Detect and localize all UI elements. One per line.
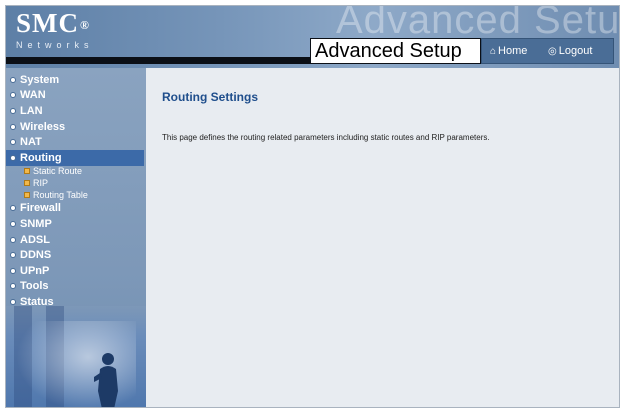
- header-banner: SMC® Networks Advanced Setup Advanced Se…: [6, 6, 619, 68]
- logo-registered-mark: ®: [80, 18, 90, 32]
- logout-icon: ◎: [548, 46, 557, 57]
- bullet-icon: [10, 221, 16, 228]
- sidebar-item-label: ADSL: [20, 233, 50, 246]
- page-heading: Advanced Setup: [310, 38, 481, 64]
- sidebar-item-lan[interactable]: LAN: [10, 103, 144, 119]
- submenu-item-label: Routing Table: [33, 189, 88, 200]
- bullet-icon: [10, 92, 16, 99]
- header-toolbar: ⌂ Home ◎ Logout: [481, 38, 614, 64]
- sidebar-item-wan[interactable]: WAN: [10, 88, 144, 104]
- routing-settings-description: This page defines the routing related pa…: [162, 133, 490, 142]
- sidebar-item-ddns[interactable]: DDNS: [10, 247, 144, 263]
- smc-logo: SMC® Networks: [16, 8, 94, 50]
- logo-text: SMC: [16, 8, 79, 38]
- sidebar-item-label: Firewall: [20, 202, 61, 215]
- sidebar-item-firewall[interactable]: Firewall: [10, 201, 144, 217]
- submenu-bullet-icon: [24, 168, 30, 175]
- sidebar-item-label: UPnP: [20, 264, 50, 277]
- submenu-item-label: Static Route: [33, 166, 83, 177]
- sidebar-item-label: WAN: [20, 89, 46, 102]
- sidebar-item-label: Tools: [20, 280, 49, 293]
- sidebar-nav: System WAN LAN Wireless NAT Routing Stat…: [6, 72, 144, 310]
- sidebar-item-system[interactable]: System: [10, 72, 144, 88]
- bullet-icon: [10, 252, 16, 259]
- home-button[interactable]: ⌂ Home: [490, 45, 527, 57]
- person-silhouette-icon: [94, 353, 118, 407]
- sidebar-item-label: System: [20, 73, 60, 86]
- sidebar-item-routing[interactable]: Routing: [6, 149, 144, 166]
- submenu-bullet-icon: [24, 180, 30, 187]
- submenu-bullet-icon: [24, 191, 30, 198]
- bullet-icon: [10, 154, 16, 161]
- logout-button[interactable]: ◎ Logout: [548, 45, 592, 57]
- sidebar-item-nat[interactable]: NAT: [10, 134, 144, 150]
- bullet-icon: [10, 298, 16, 305]
- bullet-icon: [10, 205, 16, 212]
- home-icon: ⌂: [490, 46, 497, 57]
- sidebar-item-snmp[interactable]: SNMP: [10, 216, 144, 232]
- bullet-icon: [10, 267, 16, 274]
- routing-settings-title: Routing Settings: [162, 90, 258, 104]
- sidebar-item-tools[interactable]: Tools: [10, 279, 144, 295]
- sidebar-item-upnp[interactable]: UPnP: [10, 263, 144, 279]
- sidebar-item-label: Routing: [20, 151, 62, 164]
- sidebar-item-label: LAN: [20, 104, 43, 117]
- bullet-icon: [10, 139, 16, 146]
- router-admin-window: SMC® Networks Advanced Setup Advanced Se…: [5, 5, 620, 408]
- submenu-item-routing-table[interactable]: Routing Table: [24, 189, 144, 201]
- sidebar-item-label: NAT: [20, 136, 42, 149]
- logout-label: Logout: [558, 45, 593, 57]
- bullet-icon: [10, 107, 16, 114]
- submenu-item-static-route[interactable]: Static Route: [24, 166, 144, 178]
- logo-subtitle: Networks: [16, 40, 94, 50]
- sidebar-item-label: Wireless: [20, 120, 66, 133]
- bullet-icon: [10, 123, 16, 130]
- sidebar-item-wireless[interactable]: Wireless: [10, 119, 144, 135]
- submenu-item-rip[interactable]: RIP: [24, 177, 144, 189]
- home-label: Home: [498, 45, 528, 57]
- main-content: Routing Settings This page defines the r…: [146, 68, 619, 407]
- bullet-icon: [10, 236, 16, 243]
- sidebar-item-adsl[interactable]: ADSL: [10, 232, 144, 248]
- sidebar: System WAN LAN Wireless NAT Routing Stat…: [6, 68, 146, 407]
- sidebar-item-label: DDNS: [20, 249, 52, 262]
- submenu-item-label: RIP: [33, 178, 49, 189]
- sidebar-photo: [6, 306, 146, 407]
- bullet-icon: [10, 283, 16, 290]
- header-divider: [6, 57, 311, 64]
- bullet-icon: [10, 76, 16, 83]
- sidebar-item-label: SNMP: [20, 218, 52, 231]
- routing-submenu: Static Route RIP Routing Table: [10, 166, 144, 201]
